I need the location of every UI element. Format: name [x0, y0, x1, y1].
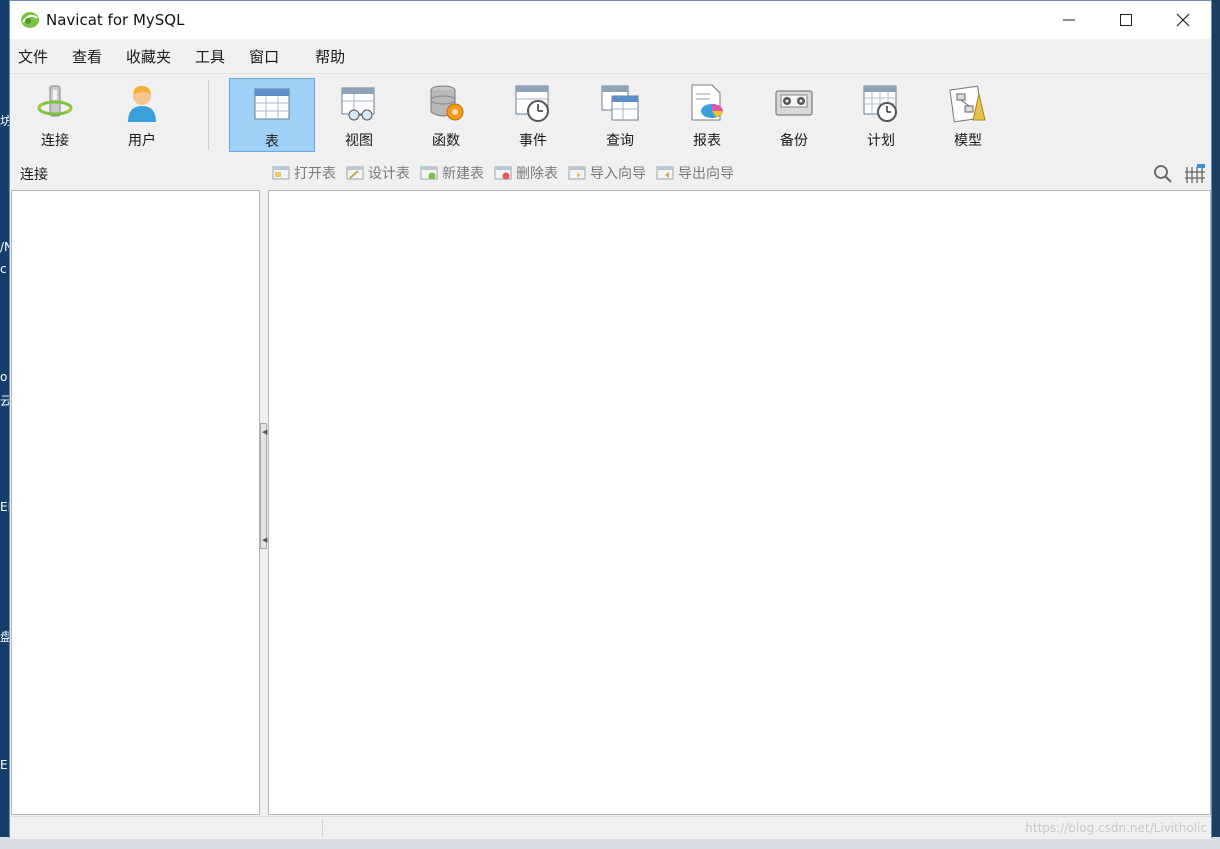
toolbar-label: 视图 — [345, 133, 373, 149]
user-icon — [128, 85, 156, 122]
toolbar-label: 事件 — [519, 133, 547, 149]
navicat-window: Navicat for MySQL 文件 查看 收藏夹 工具 窗口 帮助 连接 … — [9, 0, 1212, 839]
toolbar-label: 连接 — [41, 133, 69, 149]
toolbar-separator — [208, 80, 209, 150]
action-label: 删除表 — [516, 166, 558, 182]
action-label: 导出向导 — [678, 166, 734, 182]
object-list-panel[interactable] — [268, 190, 1211, 815]
import-wizard-button[interactable]: 导入向导 — [568, 163, 646, 183]
toolbar-label: 报表 — [693, 133, 721, 149]
toolbar-query-button[interactable]: 查询 — [577, 78, 663, 152]
minimize-button[interactable] — [1040, 1, 1097, 39]
title-bar[interactable]: Navicat for MySQL — [10, 1, 1211, 39]
panel-splitter[interactable]: ◀ ◀ — [260, 423, 267, 549]
connection-panel-header: 连接 — [20, 167, 48, 183]
model-icon — [949, 85, 986, 123]
maximize-icon — [1119, 14, 1132, 26]
menu-file[interactable]: 文件 — [10, 46, 64, 67]
design-table-icon — [346, 166, 364, 180]
delete-table-button[interactable]: 删除表 — [494, 163, 558, 183]
toolbar-backup-button[interactable]: 备份 — [751, 78, 837, 152]
grid-view-icon[interactable] — [1185, 164, 1205, 184]
maximize-button[interactable] — [1097, 1, 1154, 39]
menu-tools[interactable]: 工具 — [187, 46, 241, 67]
toolbar-model-button[interactable]: 模型 — [925, 78, 1011, 152]
export-icon — [656, 166, 674, 180]
new-table-button[interactable]: 新建表 — [420, 163, 484, 183]
toolbar-label: 计划 — [867, 133, 895, 149]
toolbar-label: 用户 — [128, 133, 156, 149]
watermark-text: https://blog.csdn.net/Livitholic — [1025, 821, 1207, 835]
action-label: 导入向导 — [590, 166, 646, 182]
search-icon[interactable] — [1153, 164, 1173, 184]
new-table-icon — [420, 166, 438, 180]
splitter-arrow-icon: ◀ — [262, 428, 268, 436]
toolbar-event-button[interactable]: 事件 — [490, 78, 576, 152]
toolbar-connection-button[interactable]: 连接 — [12, 78, 98, 152]
window-title: Navicat for MySQL — [46, 11, 185, 29]
toolbar-report-button[interactable]: 报表 — [664, 78, 750, 152]
menu-help[interactable]: 帮助 — [295, 46, 361, 67]
toolbar-label: 表 — [265, 134, 279, 150]
design-table-button[interactable]: 设计表 — [346, 163, 410, 183]
main-toolbar: 连接 用户 表 视图 函数 事件 查询 报表 备份 计划 模型 — [10, 73, 1211, 159]
connection-tree-panel[interactable] — [11, 190, 260, 815]
desktop-fragment: E — [0, 758, 8, 772]
table-icon — [254, 88, 290, 120]
window-controls — [1040, 1, 1211, 39]
toolbar-label: 函数 — [432, 133, 460, 149]
table-actions: 打开表 设计表 新建表 删除表 导入向导 导出向导 — [272, 157, 744, 189]
menu-window[interactable]: 窗口 — [241, 46, 295, 67]
export-wizard-button[interactable]: 导出向导 — [656, 163, 734, 183]
menu-view[interactable]: 查看 — [64, 46, 118, 67]
action-label: 设计表 — [368, 166, 410, 182]
event-icon — [515, 85, 549, 122]
menu-bar: 文件 查看 收藏夹 工具 窗口 帮助 — [10, 39, 1211, 73]
backup-icon — [775, 90, 813, 116]
status-bar: https://blog.csdn.net/Livitholic — [10, 816, 1211, 839]
toolbar-function-button[interactable]: 函数 — [403, 78, 489, 152]
object-toolbar: 连接 打开表 设计表 新建表 删除表 导入向导 导出向导 — [10, 157, 1211, 189]
close-icon — [1176, 13, 1189, 27]
toolbar-label: 查询 — [606, 133, 634, 149]
function-icon — [430, 85, 464, 121]
view-icon — [341, 87, 375, 121]
action-label: 新建表 — [442, 166, 484, 182]
navicat-logo-icon — [21, 12, 39, 28]
toolbar-table-button[interactable]: 表 — [229, 78, 315, 152]
splitter-arrow-icon: ◀ — [262, 536, 268, 544]
desktop-fragment: c — [0, 262, 7, 276]
query-icon — [601, 85, 639, 121]
schedule-icon — [863, 85, 897, 122]
action-label: 打开表 — [294, 166, 336, 182]
toolbar-user-button[interactable]: 用户 — [99, 78, 185, 152]
toolbar-schedule-button[interactable]: 计划 — [838, 78, 924, 152]
desktop-fragment: o — [0, 370, 8, 384]
connection-icon — [37, 85, 73, 117]
delete-table-icon — [494, 166, 512, 180]
report-icon — [691, 84, 723, 121]
open-table-icon — [272, 166, 290, 180]
toolbar-label: 模型 — [954, 133, 982, 149]
status-divider — [322, 819, 323, 837]
open-table-button[interactable]: 打开表 — [272, 163, 336, 183]
toolbar-label: 备份 — [780, 133, 808, 149]
menu-favorites[interactable]: 收藏夹 — [118, 46, 187, 67]
minimize-icon — [1062, 19, 1075, 21]
toolbar-view-button[interactable]: 视图 — [316, 78, 402, 152]
import-icon — [568, 166, 586, 180]
close-button[interactable] — [1154, 1, 1211, 39]
